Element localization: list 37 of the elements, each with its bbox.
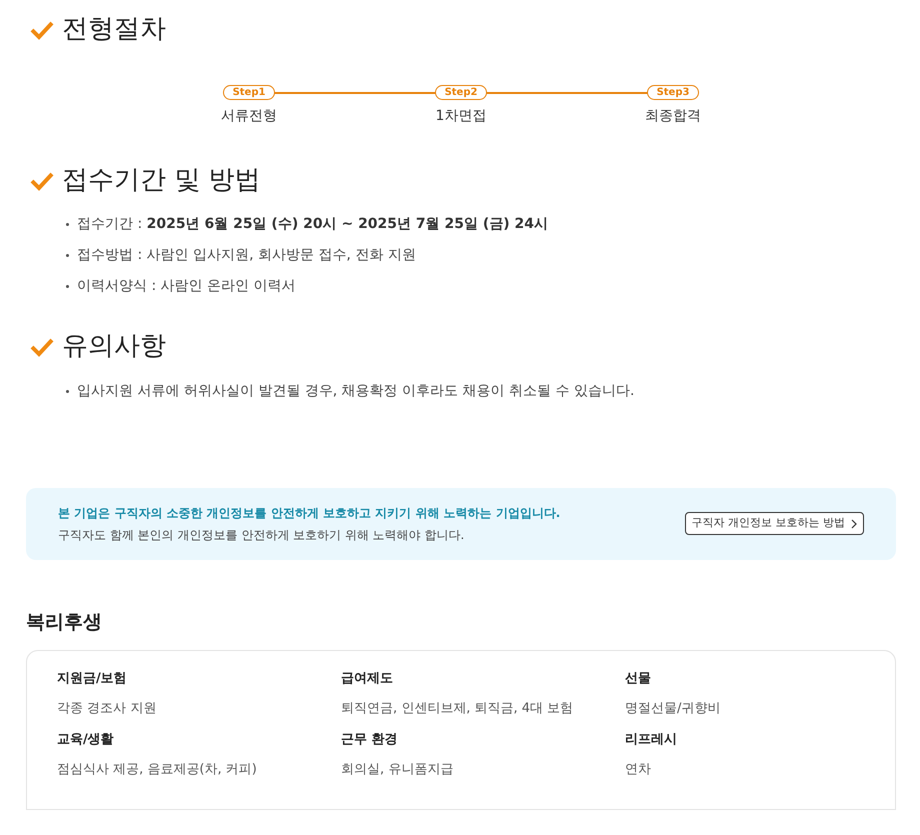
bullet-icon <box>66 285 69 288</box>
benefit-label: 교육/생활 <box>57 731 115 750</box>
bullet-icon <box>66 390 69 393</box>
step-label: 최종합격 <box>645 107 701 126</box>
benefit-label: 지원금/보험 <box>57 670 128 688</box>
benefit-value: 점심식사 제공, 음료제공(차, 커피) <box>57 760 258 779</box>
list-text: 접수방법 : 사람인 입사지원, 회사방문 접수, 전화 지원 <box>77 246 416 266</box>
section-heading: 전형절차 <box>62 14 166 46</box>
benefit-value: 연차 <box>625 760 652 779</box>
benefit-label: 근무 환경 <box>341 731 399 750</box>
benefit-label: 선물 <box>625 670 652 688</box>
benefit-value: 회의실, 유니폼지급 <box>341 760 454 779</box>
benefit-value: 명절선물/귀향비 <box>625 700 722 718</box>
checkmark-icon <box>30 20 54 40</box>
section-heading: 유의사항 <box>62 331 166 363</box>
privacy-guide-button[interactable]: 구직자 개인정보 보호하는 방법 <box>684 512 864 535</box>
benefit-value: 각종 경조사 지원 <box>57 700 158 718</box>
section-heading: 접수기간 및 방법 <box>62 165 261 196</box>
checkmark-icon <box>30 336 54 357</box>
list-text: 이력서양식 : 사람인 온라인 이력서 <box>77 277 296 296</box>
benefit-label: 리프레시 <box>625 731 678 750</box>
benefit-value: 퇴직연금, 인센티브제, 퇴직금, 4대 보험 <box>341 700 574 718</box>
list-text: 입사지원 서류에 허위사실이 발견될 경우, 채용확정 이후라도 채용이 취소될 수 있습니다. <box>77 382 634 401</box>
step-badge: Step2 <box>434 85 488 100</box>
benefit-label: 급여제도 <box>341 670 394 688</box>
list-text: 접수기간 : 2025년 6월 25일 (수) 20시 ~ 2025년 7월 25일 (금) 24시 <box>77 215 548 234</box>
bullet-icon <box>66 223 69 226</box>
step-label: 서류전형 <box>221 107 277 126</box>
chevron-right-icon <box>851 518 857 529</box>
bullet-icon <box>66 254 69 258</box>
benefits-heading: 복리후생 <box>26 610 103 635</box>
step-label: 1차면접 <box>436 107 486 126</box>
notice-headline: 본 기업은 구직자의 소중한 개인정보를 안전하게 보호하고 지키기 위해 노력하는 기업입니다. <box>58 504 560 522</box>
checkmark-icon <box>30 170 54 191</box>
step-badge: Step3 <box>646 85 700 100</box>
notice-text: 구직자도 함께 본인의 개인정보를 안전하게 보호하기 위해 노력해야 합니다. <box>58 526 466 544</box>
step-badge: Step1 <box>222 85 276 100</box>
